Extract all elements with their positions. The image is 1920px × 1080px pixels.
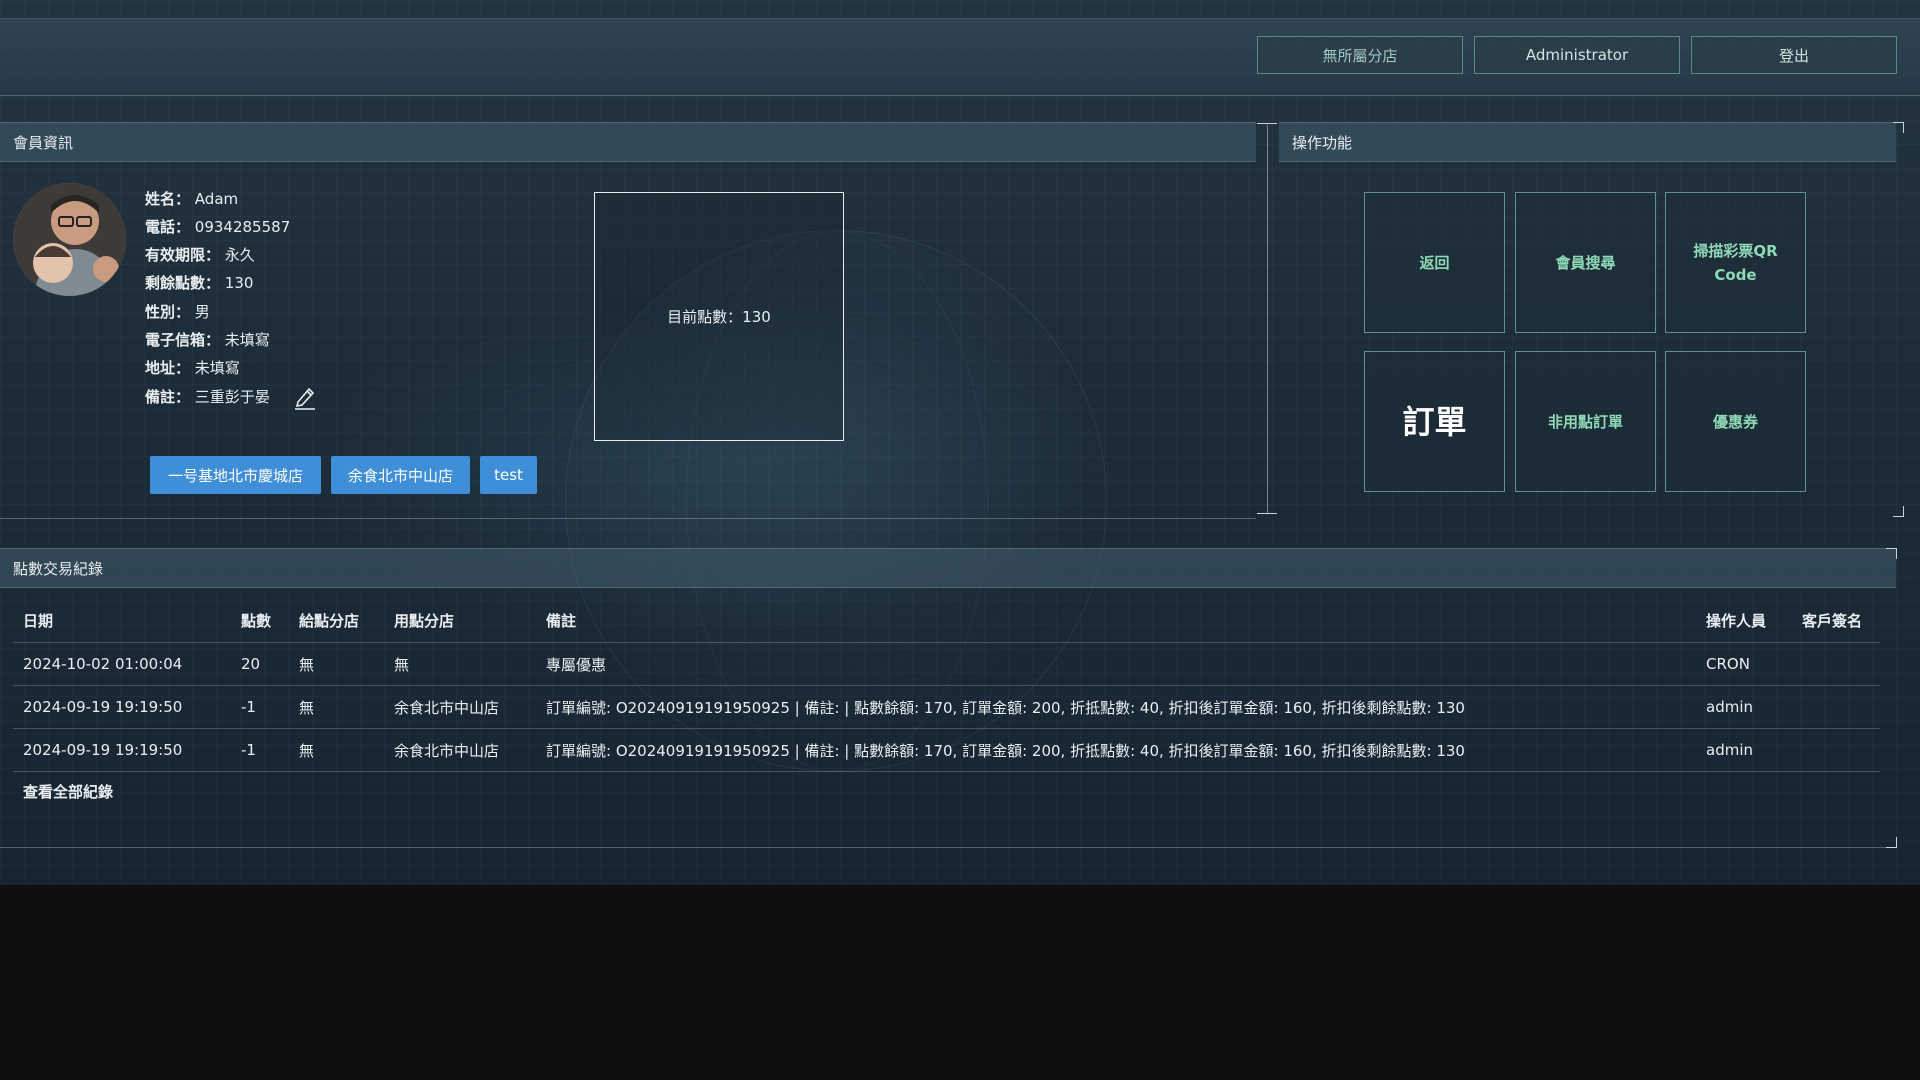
panel-divider: [1267, 125, 1268, 513]
divider-bottom-cap: [1257, 513, 1277, 514]
table-header-row: 日期 點數 給點分店 用點分店 備註 操作人員 客戶簽名: [13, 598, 1880, 643]
member-phone: 電話： 0934285587: [145, 218, 291, 236]
cell-operator: admin: [1696, 728, 1792, 772]
cell-giving-branch: 無: [289, 685, 384, 729]
current-points-box: 目前點數：130: [594, 192, 844, 441]
member-expiry: 有效期限： 永久: [145, 246, 255, 264]
non-points-order-button[interactable]: 非用點訂單: [1515, 351, 1656, 492]
member-gender: 性別： 男: [145, 303, 210, 321]
column-header-signature: 客戶簽名: [1792, 598, 1880, 643]
store-tag[interactable]: test: [480, 456, 537, 494]
member-panel-header: 會員資訊: [0, 122, 1256, 162]
divider-top-cap: [1257, 123, 1277, 124]
cell-operator: admin: [1696, 685, 1792, 729]
member-address: 地址： 未填寫: [145, 359, 240, 377]
column-header-giving-branch: 給點分店: [289, 598, 384, 643]
transactions-panel-header: 點數交易紀錄: [0, 548, 1896, 588]
cell-using-branch: 余食北市中山店: [384, 728, 536, 772]
member-search-button[interactable]: 會員搜尋: [1515, 192, 1656, 333]
cell-date: 2024-09-19 19:19:50: [13, 728, 231, 772]
member-panel-bottom-border: [0, 518, 1256, 519]
panel-corner-tr: [1893, 122, 1904, 133]
column-header-date: 日期: [13, 598, 231, 643]
avatar: [13, 183, 126, 296]
panel-corner-tr: [1886, 548, 1897, 559]
scan-lottery-qr-button[interactable]: 掃描彩票QR Code: [1665, 192, 1806, 333]
cell-note: 訂單編號: O20240919191950925 | 備註: | 點數餘額: 1…: [536, 728, 1696, 772]
back-button[interactable]: 返回: [1364, 192, 1505, 333]
transactions-table: 日期 點數 給點分店 用點分店 備註 操作人員 客戶簽名 2024-10-02 …: [13, 598, 1880, 772]
logout-button[interactable]: 登出: [1691, 36, 1897, 74]
coupon-button[interactable]: 優惠券: [1665, 351, 1806, 492]
store-tag[interactable]: 一号基地北市慶城店: [150, 456, 321, 494]
table-row: 2024-09-19 19:19:50 -1 無 余食北市中山店 訂單編號: O…: [13, 685, 1880, 729]
cell-points: 20: [231, 642, 289, 686]
cell-signature: [1792, 685, 1880, 729]
user-button[interactable]: Administrator: [1474, 36, 1680, 74]
cell-giving-branch: 無: [289, 642, 384, 686]
cell-note: 專屬優惠: [536, 642, 1696, 686]
cell-points: -1: [231, 728, 289, 772]
operations-panel-header: 操作功能: [1279, 122, 1896, 162]
avatar-photo-icon: [13, 183, 126, 296]
member-note: 備註： 三重彭于晏: [145, 388, 270, 406]
column-header-using-branch: 用點分店: [384, 598, 536, 643]
cell-giving-branch: 無: [289, 728, 384, 772]
member-email: 電子信箱： 未填寫: [145, 331, 270, 349]
branch-button[interactable]: 無所屬分店: [1257, 36, 1463, 74]
cell-points: -1: [231, 685, 289, 729]
cell-date: 2024-10-02 01:00:04: [13, 642, 231, 686]
member-points: 剩餘點數： 130: [145, 274, 254, 292]
cell-operator: CRON: [1696, 642, 1792, 686]
store-tag[interactable]: 余食北市中山店: [331, 456, 470, 494]
cell-signature: [1792, 642, 1880, 686]
cell-note: 訂單編號: O20240919191950925 | 備註: | 點數餘額: 1…: [536, 685, 1696, 729]
transactions-panel-bottom-border: [0, 847, 1896, 848]
cell-using-branch: 余食北市中山店: [384, 685, 536, 729]
cell-signature: [1792, 728, 1880, 772]
member-name: 姓名： Adam: [145, 190, 239, 208]
cell-using-branch: 無: [384, 642, 536, 686]
app-window: 無所屬分店 Administrator 登出 會員資訊 姓名： Adam 電話：…: [0, 0, 1920, 885]
order-button[interactable]: 訂單: [1364, 351, 1505, 492]
column-header-operator: 操作人員: [1696, 598, 1792, 643]
view-all-records-link[interactable]: 查看全部紀錄: [23, 781, 113, 802]
table-row: 2024-09-19 19:19:50 -1 無 余食北市中山店 訂單編號: O…: [13, 728, 1880, 772]
panel-corner-br: [1893, 506, 1904, 517]
table-row: 2024-10-02 01:00:04 20 無 無 專屬優惠 CRON: [13, 642, 1880, 686]
column-header-points: 點數: [231, 598, 289, 643]
column-header-note: 備註: [536, 598, 1696, 643]
edit-icon[interactable]: [292, 384, 318, 410]
cell-date: 2024-09-19 19:19:50: [13, 685, 231, 729]
